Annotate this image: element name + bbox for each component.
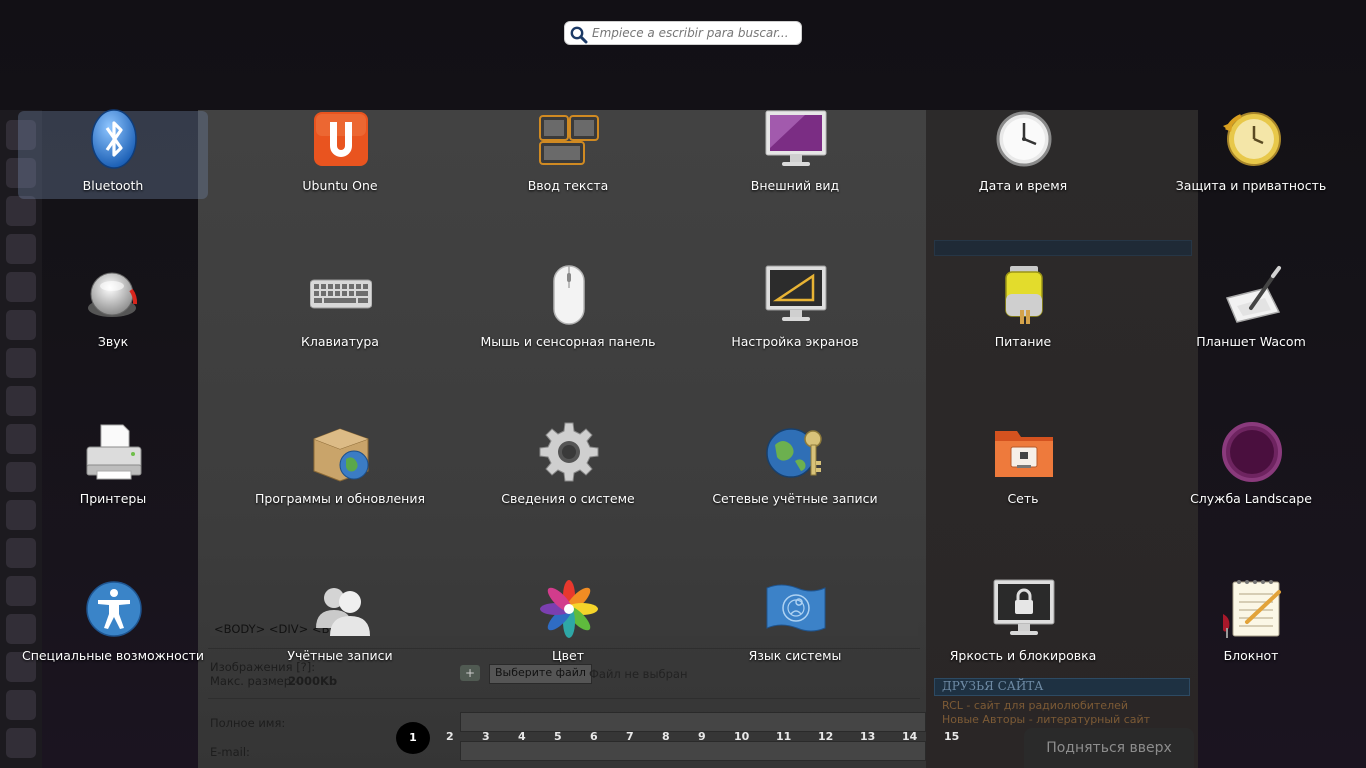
- item-label: Мышь и сенсорная панель: [480, 334, 656, 349]
- network-folder-icon: [995, 431, 1053, 477]
- item-label: Настройка экранов: [731, 334, 859, 349]
- accessibility-icon: [86, 581, 142, 637]
- dash-search-box[interactable]: [564, 21, 802, 45]
- keyboard-icon: [310, 279, 372, 309]
- displays-icon: [765, 265, 827, 321]
- color-icon: [540, 580, 598, 638]
- item-label: Сеть: [1007, 491, 1039, 506]
- item-label: Дата и время: [978, 178, 1068, 193]
- item-label: Клавиатура: [301, 334, 379, 349]
- item-label: Сетевые учётные записи: [712, 491, 878, 506]
- item-label: Планшет Wacom: [1196, 334, 1306, 349]
- language-icon: [766, 584, 826, 632]
- search-icon: [570, 26, 588, 44]
- item-label: Питание: [994, 334, 1052, 349]
- battery-icon: [1005, 266, 1043, 324]
- item-label: Яркость и блокировка: [949, 648, 1097, 663]
- clock-icon: [996, 111, 1052, 167]
- item-label: Программы и обновления: [255, 491, 425, 506]
- item-label: Учётные записи: [287, 648, 393, 663]
- landscape-icon: [1222, 422, 1282, 482]
- item-label: Служба Landscape: [1190, 491, 1312, 506]
- privacy-icon: [1223, 112, 1281, 166]
- appearance-icon: [765, 110, 827, 166]
- item-label: Специальные возможности: [21, 648, 205, 663]
- item-label: Ввод текста: [527, 178, 609, 193]
- item-label: Защита и приватность: [1175, 178, 1327, 193]
- item-label: Звук: [97, 334, 129, 349]
- item-label: Цвет: [551, 648, 585, 663]
- notepad-icon: [1223, 580, 1281, 638]
- item-label: Сведения о системе: [501, 491, 635, 506]
- sound-icon: [88, 272, 138, 317]
- item-label: Язык системы: [748, 648, 842, 663]
- mouse-icon: [553, 265, 585, 325]
- software-updates-icon: [313, 428, 369, 482]
- search-input[interactable]: [592, 24, 797, 42]
- user-accounts-icon: [316, 588, 370, 636]
- text-entry-icon: [539, 115, 599, 165]
- ubuntu-one-icon: [314, 112, 368, 166]
- item-label: Ubuntu One: [302, 178, 378, 193]
- wacom-tablet-icon: [1225, 266, 1281, 323]
- printer-icon: [86, 424, 142, 480]
- item-label: Внешний вид: [750, 178, 840, 193]
- item-label: Блокнот: [1223, 648, 1279, 663]
- item-label: Bluetooth: [82, 178, 144, 193]
- bluetooth-icon: [91, 109, 137, 169]
- item-label: Принтеры: [79, 491, 147, 506]
- brightness-lock-icon: [993, 579, 1055, 635]
- gear-icon: [539, 422, 599, 482]
- online-accounts-icon: [766, 428, 822, 478]
